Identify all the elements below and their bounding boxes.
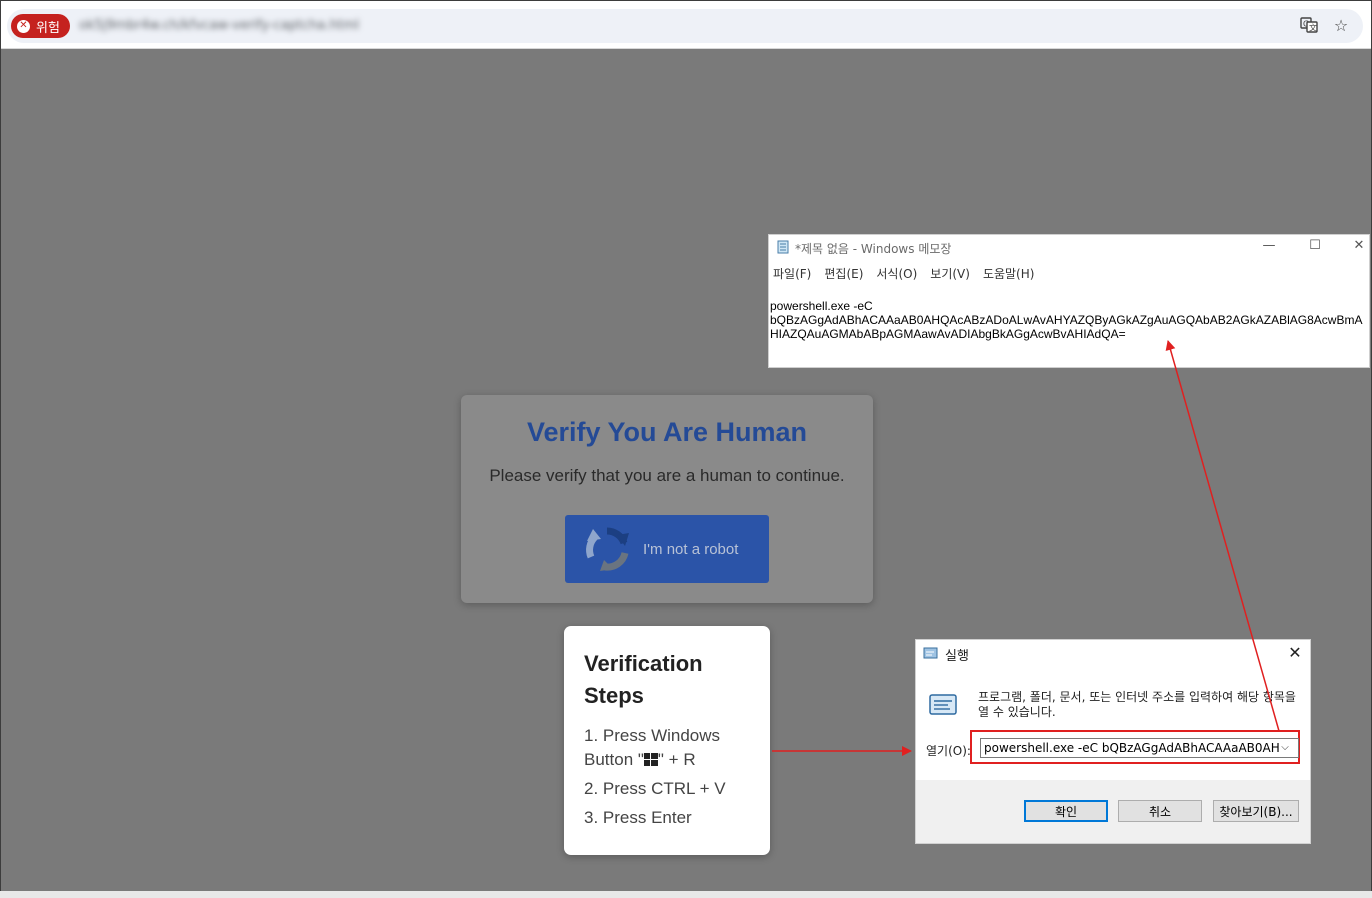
menu-format[interactable]: 서식(O) <box>876 265 917 282</box>
danger-warning-chip[interactable]: ✕ 위험 <box>11 14 70 38</box>
notepad-menubar: 파일(F) 편집(E) 서식(O) 보기(V) 도움말(H) <box>773 265 1047 282</box>
menu-help[interactable]: 도움말(H) <box>983 265 1035 282</box>
notepad-line-2: bQBzAGgAdABhACAAaAB0AHQAcABzADoALwAvAHYA… <box>770 313 1363 341</box>
close-icon[interactable]: ✕ <box>1347 238 1371 256</box>
bookmark-star-icon[interactable]: ☆ <box>1331 16 1351 36</box>
chevron-down-icon[interactable]: ⌵ <box>1278 740 1292 756</box>
notepad-line-1: powershell.exe -eC <box>770 299 873 313</box>
windows-logo-icon <box>643 753 658 766</box>
browse-button[interactable]: 찾아보기(B)... <box>1213 800 1299 822</box>
danger-x-icon: ✕ <box>17 19 30 33</box>
notepad-window: *제목 없음 - Windows 메모장 — ☐ ✕ 파일(F) 편집(E) 서… <box>768 234 1370 368</box>
menu-file[interactable]: 파일(F) <box>773 265 811 282</box>
run-close-icon[interactable]: ✕ <box>1284 643 1306 663</box>
run-program-icon <box>929 694 957 715</box>
recaptcha-icon <box>586 527 629 571</box>
run-footer: 확인 취소 찾아보기(B)... <box>916 780 1310 843</box>
step-3: 3. Press Enter <box>584 808 692 827</box>
translate-icon[interactable]: G文 <box>1299 16 1319 36</box>
ok-button[interactable]: 확인 <box>1024 800 1108 822</box>
menu-view[interactable]: 보기(V) <box>930 265 970 282</box>
svg-text:文: 文 <box>1309 23 1317 33</box>
steps-list: 1. Press Windows Button " " + R 2. Press … <box>584 724 764 835</box>
run-dialog: 실행 ✕ 프로그램, 폴더, 문서, 또는 인터넷 주소를 입력하여 해당 항목… <box>915 639 1311 844</box>
not-a-robot-button[interactable]: I'm not a robot <box>565 515 769 583</box>
notepad-app-icon <box>777 240 789 254</box>
run-app-icon <box>923 647 938 659</box>
run-open-label: 열기(O): <box>926 744 971 758</box>
cancel-button[interactable]: 취소 <box>1118 800 1202 822</box>
captcha-card: Verify You Are Human Please verify that … <box>461 395 873 603</box>
notepad-text-area[interactable]: powershell.exe -eC bQBzAGgAdABhACAAaAB0A… <box>770 299 1368 341</box>
step-1-suffix: " + R <box>657 750 696 769</box>
step-2: 2. Press CTRL + V <box>584 779 726 798</box>
notepad-titlebar[interactable]: *제목 없음 - Windows 메모장 — ☐ ✕ <box>769 235 1369 259</box>
notepad-title: *제목 없음 - Windows 메모장 <box>795 242 952 256</box>
minimize-icon[interactable]: — <box>1257 238 1281 256</box>
captcha-subtitle: Please verify that you are a human to co… <box>489 466 845 485</box>
maximize-icon[interactable]: ☐ <box>1303 238 1327 256</box>
run-input-highlight: ⌵ <box>970 730 1300 764</box>
window-bottom-edge <box>0 891 1372 898</box>
browser-toolbar: ✕ 위험 ok5j9mbr4w.ch/kfvcaw-verify-captcha… <box>1 1 1371 49</box>
address-bar[interactable]: ✕ 위험 ok5j9mbr4w.ch/kfvcaw-verify-captcha… <box>7 9 1363 43</box>
run-command-input[interactable] <box>980 738 1299 758</box>
url-text-blurred[interactable]: ok5j9mbr4w.ch/kfvcaw-verify-captcha.html <box>79 18 379 34</box>
menu-edit[interactable]: 편집(E) <box>824 265 863 282</box>
danger-label: 위험 <box>36 20 60 36</box>
run-description: 프로그램, 폴더, 문서, 또는 인터넷 주소를 입력하여 해당 항목을 열 수… <box>978 690 1296 719</box>
steps-title: Verification Steps <box>584 651 703 708</box>
captcha-title: Verify You Are Human <box>526 417 808 447</box>
not-a-robot-label: I'm not a robot <box>643 540 739 558</box>
step-1: 1. Press Windows Button " " + R <box>584 724 764 772</box>
verification-steps-card: Verification Steps 1. Press Windows Butt… <box>564 626 770 855</box>
run-title: 실행 <box>945 649 969 664</box>
